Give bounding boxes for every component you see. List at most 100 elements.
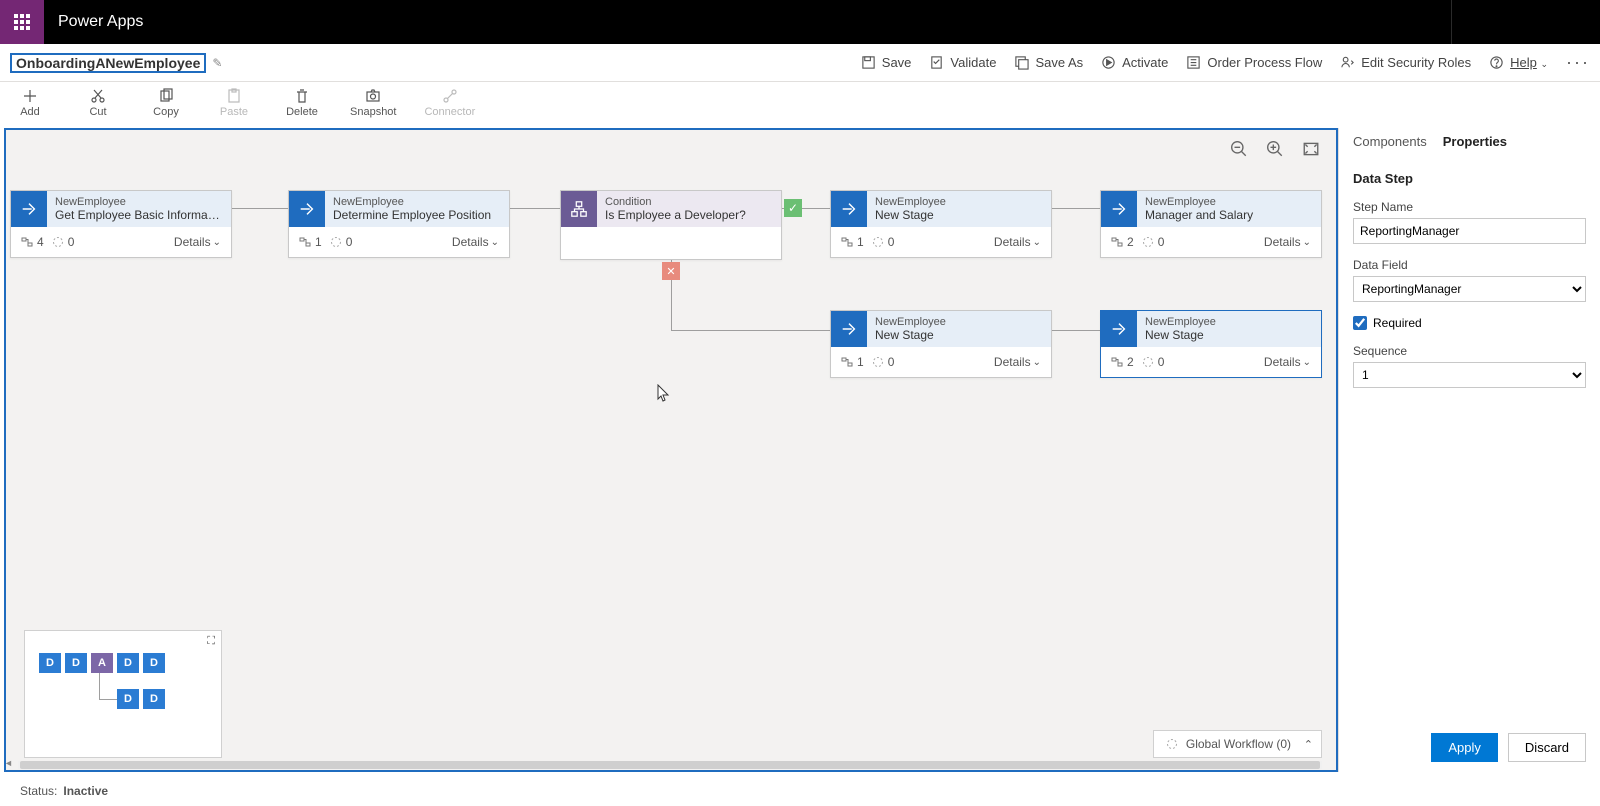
horizontal-scrollbar[interactable] <box>4 758 1336 772</box>
chevron-down-icon: ⌄ <box>1303 237 1311 248</box>
activate-button[interactable]: Activate <box>1101 55 1168 70</box>
saveas-icon <box>1014 55 1029 70</box>
condition-false-icon: ✕ <box>662 262 680 280</box>
details-toggle[interactable]: Details ⌄ <box>174 235 221 249</box>
stage-card[interactable]: NewEmployee Determine Employee Position … <box>288 190 510 258</box>
details-toggle[interactable]: Details ⌄ <box>994 355 1041 369</box>
fit-screen-icon[interactable] <box>1302 140 1320 158</box>
flow-name[interactable]: OnboardingANewEmployee <box>10 53 206 73</box>
snapshot-icon <box>365 88 381 104</box>
command-bar: OnboardingANewEmployee ✎ Save Validate S… <box>0 44 1600 82</box>
properties-panel: Components Properties Data Step Step Nam… <box>1338 128 1600 772</box>
discard-button[interactable]: Discard <box>1508 733 1586 762</box>
designer-canvas[interactable]: ✓ ✕ NewEmployee Get Employee Basic Infor… <box>4 128 1338 772</box>
validate-button[interactable]: Validate <box>929 55 996 70</box>
tab-components[interactable]: Components <box>1353 134 1427 153</box>
panel-section-title: Data Step <box>1353 171 1586 186</box>
add-button[interactable]: Add <box>10 88 50 118</box>
minimap[interactable]: ⛶ DDADD DD <box>24 630 222 758</box>
step-name-label: Step Name <box>1353 200 1586 214</box>
sequence-select[interactable]: 1 <box>1353 362 1586 388</box>
add-icon <box>22 88 38 104</box>
help-icon <box>1489 55 1504 70</box>
zoom-out-icon[interactable] <box>1230 140 1248 158</box>
toolbar: Add Cut Copy Paste Delete Snapshot Conne… <box>0 82 1600 128</box>
stage-icon <box>11 191 47 227</box>
order-flow-button[interactable]: Order Process Flow <box>1186 55 1322 70</box>
waffle-icon <box>14 14 30 30</box>
condition-icon <box>561 191 597 227</box>
save-button[interactable]: Save <box>861 55 912 70</box>
sequence-label: Sequence <box>1353 344 1586 358</box>
paste-button[interactable]: Paste <box>214 88 254 118</box>
details-toggle[interactable]: Details ⌄ <box>994 235 1041 249</box>
condition-card[interactable]: Condition Is Employee a Developer? <box>560 190 782 260</box>
stage-icon <box>1101 191 1137 227</box>
triggers-count: 0 <box>1142 355 1165 369</box>
connector-line <box>230 208 288 209</box>
stage-icon <box>831 311 867 347</box>
delete-button[interactable]: Delete <box>282 88 322 118</box>
stage-icon <box>289 191 325 227</box>
cut-icon <box>90 88 106 104</box>
save-icon <box>861 55 876 70</box>
triggers-count: 0 <box>52 235 75 249</box>
connector-line <box>510 208 560 209</box>
status-bar: Status: Inactive <box>0 776 1600 806</box>
triggers-count: 0 <box>1142 235 1165 249</box>
security-icon <box>1340 55 1355 70</box>
stage-card[interactable]: NewEmployee New Stage 1 0 Details ⌄ <box>830 310 1052 378</box>
details-toggle[interactable]: Details ⌄ <box>1264 235 1311 249</box>
chevron-down-icon: ⌄ <box>1033 237 1041 248</box>
triggers-count: 0 <box>872 355 895 369</box>
connector-icon <box>442 88 458 104</box>
steps-count: 1 <box>841 355 864 369</box>
zoom-in-icon[interactable] <box>1266 140 1284 158</box>
triggers-count: 0 <box>330 235 353 249</box>
app-launcher[interactable] <box>0 0 44 44</box>
order-icon <box>1186 55 1201 70</box>
chevron-up-icon: ⌃ <box>1304 738 1313 751</box>
validate-icon <box>929 55 944 70</box>
stage-card[interactable]: NewEmployee Get Employee Basic Informati… <box>10 190 232 258</box>
workflow-icon <box>1166 738 1178 750</box>
steps-count: 1 <box>841 235 864 249</box>
cut-button[interactable]: Cut <box>78 88 118 118</box>
delete-icon <box>294 88 310 104</box>
global-workflow-toggle[interactable]: Global Workflow (0) ⌃ <box>1153 730 1322 758</box>
copy-button[interactable]: Copy <box>146 88 186 118</box>
edit-name-icon[interactable]: ✎ <box>212 56 222 70</box>
stage-card-selected[interactable]: NewEmployee New Stage 2 0 Details ⌄ <box>1100 310 1322 378</box>
edit-security-button[interactable]: Edit Security Roles <box>1340 55 1471 70</box>
app-title: Power Apps <box>58 13 143 31</box>
step-name-input[interactable] <box>1353 218 1586 244</box>
saveas-button[interactable]: Save As <box>1014 55 1083 70</box>
details-toggle[interactable]: Details ⌄ <box>1264 355 1311 369</box>
details-toggle[interactable]: Details ⌄ <box>452 235 499 249</box>
stage-card[interactable]: NewEmployee Manager and Salary 2 0 Detai… <box>1100 190 1322 258</box>
triggers-count: 0 <box>872 235 895 249</box>
steps-count: 2 <box>1111 355 1134 369</box>
copy-icon <box>158 88 174 104</box>
mouse-cursor-icon <box>656 384 670 402</box>
connector-line <box>671 330 831 331</box>
connector-line <box>1052 330 1100 331</box>
stage-icon <box>1101 311 1137 347</box>
connector-button[interactable]: Connector <box>424 88 475 118</box>
stage-icon <box>831 191 867 227</box>
stage-card[interactable]: NewEmployee New Stage 1 0 Details ⌄ <box>830 190 1052 258</box>
data-field-select[interactable]: ReportingManager <box>1353 276 1586 302</box>
minimap-expand-icon[interactable]: ⛶ <box>207 635 215 648</box>
connector-line <box>1052 208 1100 209</box>
tab-properties[interactable]: Properties <box>1443 134 1507 153</box>
title-bar: Power Apps <box>0 0 1600 44</box>
chevron-down-icon: ⌄ <box>213 237 221 248</box>
help-button[interactable]: Help ⌄ <box>1489 55 1548 70</box>
snapshot-button[interactable]: Snapshot <box>350 88 396 118</box>
more-button[interactable]: ··· <box>1566 52 1590 73</box>
apply-button[interactable]: Apply <box>1431 733 1498 762</box>
required-checkbox[interactable]: Required <box>1353 316 1586 330</box>
chevron-down-icon: ⌄ <box>1303 357 1311 368</box>
steps-count: 2 <box>1111 235 1134 249</box>
activate-icon <box>1101 55 1116 70</box>
